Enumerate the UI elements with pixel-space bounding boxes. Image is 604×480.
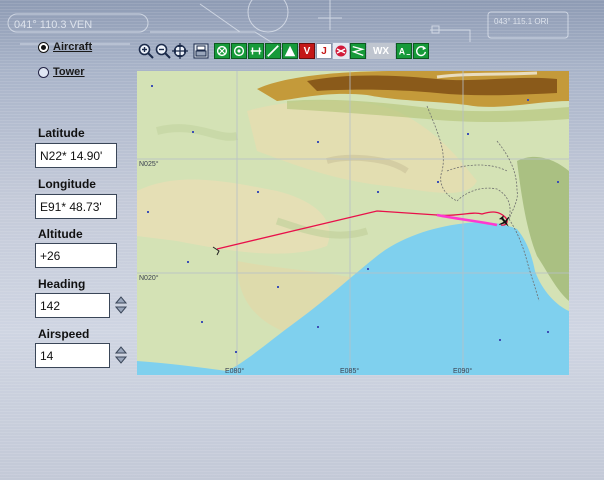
airport-icon[interactable]	[333, 43, 349, 59]
airspeed-label: Airspeed	[38, 327, 90, 341]
ndb-icon[interactable]	[231, 43, 247, 59]
longitude-label: Longitude	[38, 177, 96, 191]
altitude-label: Altitude	[38, 227, 83, 241]
heading-spinner[interactable]	[114, 295, 128, 315]
lon-label-e080: E080°	[225, 367, 244, 375]
tower-radio-label: Tower	[53, 66, 85, 78]
aircraft-radio-option[interactable]: Aircraft	[38, 41, 92, 53]
intersection-icon[interactable]	[282, 43, 298, 59]
j-label-icon[interactable]: J	[316, 43, 332, 59]
map-toolbar: V J WX A	[138, 42, 430, 60]
tower-radio-option[interactable]: Tower	[38, 66, 85, 78]
lat-label-n025: N025°	[139, 160, 159, 168]
map-canvas[interactable]: N025° N020° E080° E085° E090°	[137, 71, 569, 375]
print-icon[interactable]	[193, 43, 209, 59]
heading-field[interactable]: 142	[35, 293, 110, 318]
bg-text-left: 041° 110.3 VEN	[14, 19, 92, 31]
tower-radio[interactable]	[38, 66, 49, 78]
v-label-icon[interactable]: V	[299, 43, 315, 59]
svg-text:A: A	[399, 47, 406, 57]
aircraft-radio[interactable]	[38, 41, 49, 53]
vor-icon[interactable]	[214, 43, 230, 59]
center-on-aircraft-icon[interactable]	[172, 43, 188, 59]
latitude-field[interactable]: N22* 14.90'	[35, 143, 117, 168]
bg-text-right: 043° 115.1 ORI	[494, 17, 549, 26]
airspeed-up-arrow-icon[interactable]	[114, 346, 128, 354]
heading-down-arrow-icon[interactable]	[114, 306, 128, 314]
zoom-in-icon[interactable]	[138, 43, 154, 59]
longitude-field[interactable]: E91* 48.73'	[35, 194, 117, 219]
flight-path-icon[interactable]	[350, 43, 366, 59]
heading-up-arrow-icon[interactable]	[114, 296, 128, 304]
airspeed-field[interactable]: 14	[35, 343, 110, 368]
lon-label-e085: E085°	[340, 367, 359, 375]
altitude-field[interactable]: +26	[35, 243, 117, 268]
map-view[interactable]: N025° N020° E080° E085° E090°	[137, 71, 569, 375]
airway-icon[interactable]	[265, 43, 281, 59]
ils-icon[interactable]	[248, 43, 264, 59]
weather-icon[interactable]: WX	[367, 43, 395, 59]
aircraft-radio-label: Aircraft	[53, 41, 93, 53]
airspeed-spinner[interactable]	[114, 345, 128, 365]
lon-label-e090: E090°	[453, 367, 472, 375]
latitude-label: Latitude	[38, 126, 85, 140]
lat-label-n020: N020°	[139, 274, 159, 282]
heading-label: Heading	[38, 277, 86, 291]
airspeed-down-arrow-icon[interactable]	[114, 356, 128, 364]
label-icon[interactable]: A	[396, 43, 412, 59]
refresh-icon[interactable]	[413, 43, 429, 59]
zoom-out-icon[interactable]	[155, 43, 171, 59]
